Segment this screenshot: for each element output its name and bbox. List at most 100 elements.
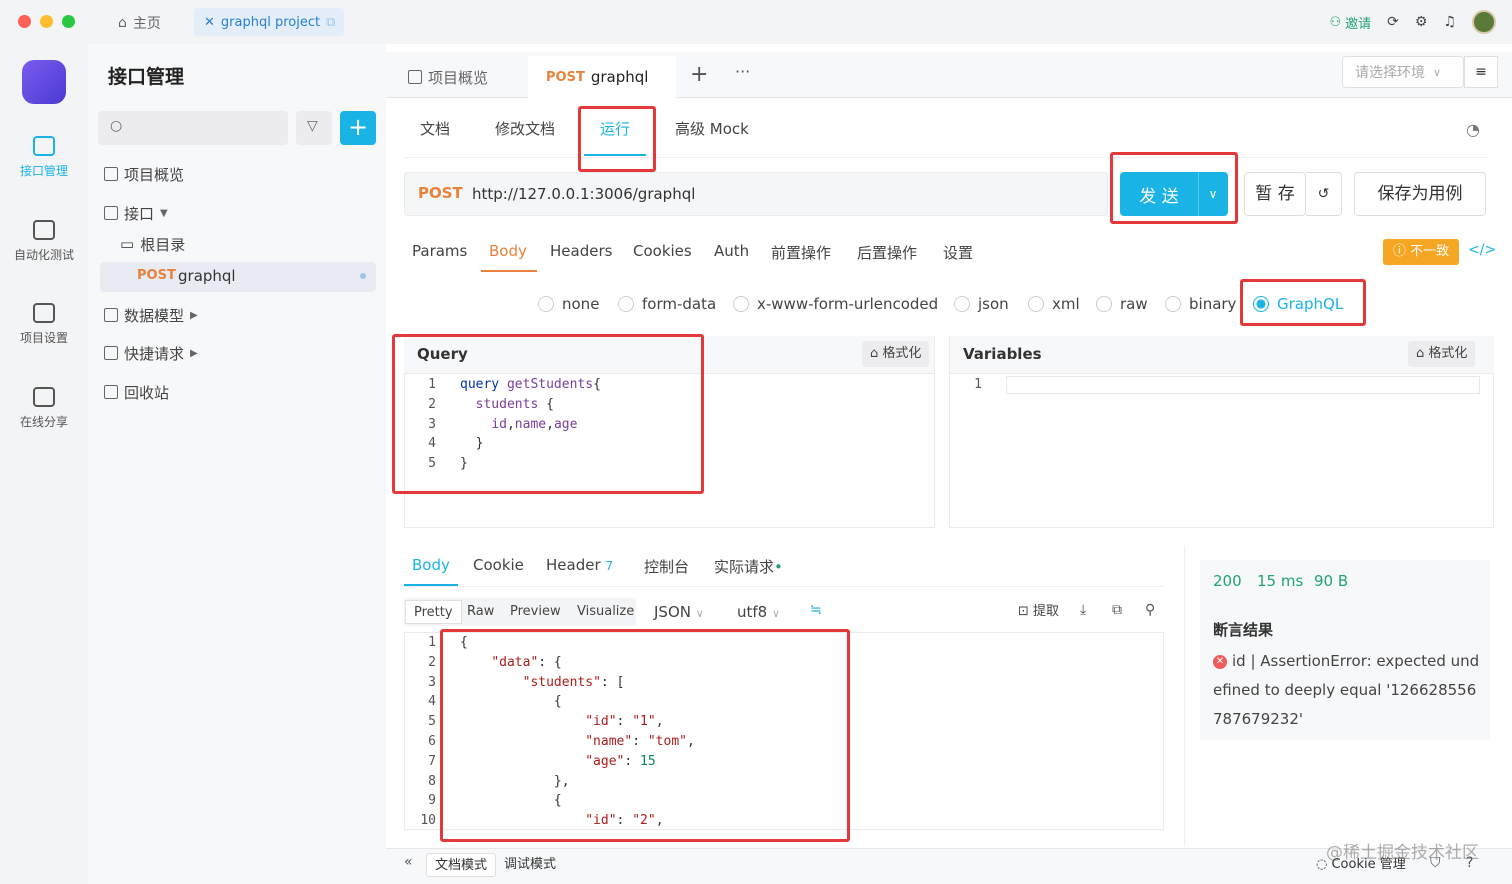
rail-item-share[interactable]: 在线分享	[0, 387, 88, 430]
count-badge: 7	[605, 559, 614, 573]
trash-icon	[104, 385, 118, 399]
tree-item-graphql[interactable]: POST graphql	[100, 262, 376, 292]
filter-icon: ▽	[307, 118, 318, 134]
subtab-doc[interactable]: 文档	[420, 118, 450, 142]
doc-mode-button[interactable]: 文档模式	[426, 853, 497, 877]
view-pretty[interactable]: Pretty	[405, 600, 462, 624]
view-preview[interactable]: Preview	[502, 600, 569, 624]
filter-button[interactable]: ▽	[296, 111, 332, 145]
body-type-raw[interactable]: raw	[1096, 294, 1148, 314]
add-button[interactable]: +	[340, 111, 376, 145]
wrap-icon[interactable]: ≒	[810, 602, 822, 618]
variables-editor[interactable]	[1006, 376, 1480, 394]
invite-button[interactable]: ⚇ 邀请	[1329, 13, 1371, 32]
tree-item-overview[interactable]: 项目概览	[104, 162, 184, 186]
extract-button[interactable]: ⊡ 提取	[1010, 600, 1067, 624]
minimize-window-button[interactable]	[40, 15, 53, 28]
close-window-button[interactable]	[18, 15, 31, 28]
resp-tab-header[interactable]: Header 7	[546, 556, 613, 574]
pane-splitter[interactable]	[934, 336, 950, 528]
reqtab-body[interactable]: Body	[489, 242, 527, 260]
mismatch-label: 不一致	[1410, 244, 1450, 259]
save-draft-button[interactable]: 暂 存	[1244, 172, 1306, 216]
bell-icon[interactable]: ♫	[1443, 14, 1456, 30]
encoding-select[interactable]: utf8 ∨	[729, 600, 788, 624]
rail-item-autotest[interactable]: 自动化测试	[0, 220, 88, 263]
body-type-json[interactable]: json	[954, 294, 1009, 314]
view-visualize[interactable]: Visualize	[569, 600, 642, 624]
rail-item-settings[interactable]: 项目设置	[0, 303, 88, 346]
mismatch-badge[interactable]: ⓘ 不一致	[1383, 239, 1459, 265]
reqtab-settings[interactable]: 设置	[943, 242, 973, 263]
line-number: 4	[428, 694, 436, 710]
close-icon[interactable]: ✕	[204, 15, 215, 30]
format-select[interactable]: JSON ∨	[646, 600, 712, 624]
resp-tab-cookie[interactable]: Cookie	[473, 556, 524, 574]
tab-graphql[interactable]: POST graphql	[528, 56, 676, 98]
new-tab-button[interactable]: +	[690, 62, 708, 87]
format-variables-button[interactable]: ⌂ 格式化	[1408, 341, 1476, 367]
top-right-toolbar: ⚇ 邀请 ⟳ ⚙ ♫	[1329, 8, 1496, 36]
radio-icon	[1096, 296, 1112, 312]
debug-mode-button[interactable]: 调试模式	[496, 853, 564, 877]
more-tabs-button[interactable]: ···	[735, 62, 750, 81]
reqtab-cookies[interactable]: Cookies	[633, 242, 692, 260]
subtab-mock[interactable]: 高级 Mock	[675, 118, 749, 142]
unsaved-dot	[360, 273, 366, 279]
tree-label: 回收站	[124, 383, 170, 402]
body-type-urlencoded[interactable]: x-www-form-urlencoded	[733, 294, 938, 314]
view-raw[interactable]: Raw	[459, 600, 502, 624]
resp-tab-console[interactable]: 控制台	[644, 556, 689, 577]
reqtab-headers[interactable]: Headers	[550, 242, 612, 260]
history-icon[interactable]: ◔	[1466, 120, 1480, 139]
format-label: 格式化	[1428, 346, 1468, 361]
tree-item-quick[interactable]: 快捷请求 ▶	[104, 341, 198, 365]
rail-label: 在线分享	[19, 415, 68, 429]
highlight-send	[1110, 152, 1238, 224]
reqtab-params[interactable]: Params	[412, 242, 467, 260]
collapse-icon[interactable]: «	[404, 854, 413, 870]
highlight-run-tab	[578, 106, 656, 172]
maximize-window-button[interactable]	[62, 15, 75, 28]
tree-item-trash[interactable]: 回收站	[104, 380, 169, 404]
search-input[interactable]: ○	[98, 111, 288, 145]
reqtab-pre[interactable]: 前置操作	[771, 242, 831, 263]
home-tab[interactable]: ⌂ 主页	[118, 10, 161, 36]
tree-label: 快捷请求	[124, 344, 185, 363]
rail-item-api[interactable]: 接口管理	[0, 136, 88, 179]
save-as-case-button[interactable]: 保存为用例	[1354, 172, 1486, 216]
resp-tab-body[interactable]: Body	[412, 556, 450, 574]
copy-icon[interactable]: ⧉	[1112, 602, 1122, 618]
menu-button[interactable]: ≡	[1464, 56, 1498, 88]
body-type-xml[interactable]: xml	[1028, 294, 1080, 314]
share-icon	[33, 387, 55, 407]
reqtab-auth[interactable]: Auth	[714, 242, 749, 260]
error-icon: ✕	[1213, 654, 1227, 669]
avatar[interactable]	[1472, 10, 1496, 34]
tree-item-api[interactable]: 接口 ▼	[104, 201, 168, 225]
search-icon[interactable]: ⚲	[1145, 602, 1155, 618]
resp-tab-actual[interactable]: 实际请求•	[714, 556, 783, 577]
method-select[interactable]: POST	[418, 184, 463, 202]
tree-item-root[interactable]: ▭ 根目录	[120, 232, 185, 256]
code-icon[interactable]: </>	[1468, 242, 1496, 258]
reqtab-post[interactable]: 后置操作	[857, 242, 917, 263]
subtab-edit[interactable]: 修改文档	[495, 118, 555, 142]
gear-icon[interactable]: ⚙	[1415, 14, 1428, 30]
tree-item-models[interactable]: 数据模型 ▶	[104, 303, 198, 327]
line-number: 6	[428, 733, 436, 749]
body-type-none[interactable]: none	[538, 294, 599, 314]
body-type-form-data[interactable]: form-data	[618, 294, 716, 314]
project-tab[interactable]: ✕ graphql project ⧉	[194, 8, 344, 36]
environment-select[interactable]: 请选择环境 ∨	[1342, 56, 1464, 88]
format-query-button[interactable]: ⌂ 格式化	[862, 341, 930, 367]
reset-button[interactable]: ↺	[1306, 172, 1342, 216]
sync-icon[interactable]: ⟳	[1387, 14, 1399, 30]
download-icon[interactable]: ⤓	[1080, 602, 1086, 618]
radio-label: json	[978, 295, 1009, 313]
project-tab-label: graphql project	[220, 14, 321, 30]
copy-icon[interactable]: ⧉	[326, 15, 335, 30]
tab-overview[interactable]: 项目概览	[390, 56, 506, 98]
body-type-binary[interactable]: binary	[1165, 294, 1236, 314]
url-input[interactable]: http://127.0.0.1:3006/graphql	[472, 185, 695, 203]
